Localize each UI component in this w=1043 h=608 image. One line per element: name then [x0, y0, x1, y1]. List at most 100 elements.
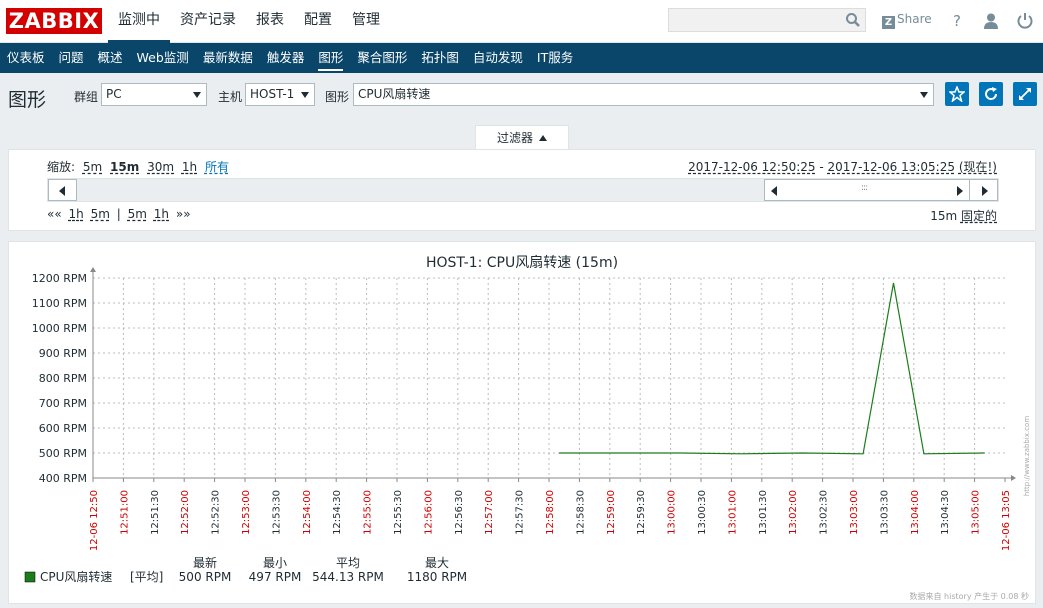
x-tick-label: 12:51:30 — [150, 490, 161, 535]
y-tick-label: 1200 RPM — [32, 272, 87, 285]
graph-panel: HOST-1: CPU风扇转速 (15m) 400 RPM 500 RPM 600 R… — [8, 241, 1036, 604]
thumb-right-handle-icon[interactable] — [957, 186, 963, 196]
y-tick-label: 400 RPM — [39, 472, 87, 485]
nav-back-icon[interactable]: «« — [47, 207, 62, 221]
main-menu-administration[interactable]: 管理 — [342, 0, 390, 43]
period-navigation: «« 1h 5m | 5m 1h »» — [47, 207, 194, 221]
time-separator: - — [815, 160, 828, 174]
x-tick-label: 12:56:00 — [423, 490, 434, 535]
scroll-right-button[interactable] — [969, 179, 998, 201]
main-menu: 监测中 资产记录 报表 配置 管理 — [108, 0, 390, 43]
x-tick-label: 12:58:30 — [575, 490, 586, 535]
x-tick-label: 12:57:00 — [484, 490, 495, 535]
thumb-left-handle-icon[interactable] — [771, 186, 777, 196]
legend-function: [平均] — [130, 570, 163, 584]
group-select-value: PC — [106, 87, 122, 101]
sub-menu-it-services[interactable]: IT服务 — [530, 43, 580, 73]
timeline-thumb[interactable]: ::: — [764, 179, 970, 201]
time-now[interactable]: (现在!) — [959, 160, 997, 174]
zoom-label: 缩放: — [47, 160, 76, 174]
main-menu-reports[interactable]: 报表 — [246, 0, 294, 43]
x-tick-label: 13:00:30 — [697, 490, 708, 535]
legend-value: 497 RPM — [249, 570, 302, 584]
main-menu-configuration[interactable]: 配置 — [294, 0, 342, 43]
x-tick-label: 12:51:00 — [119, 490, 130, 535]
sub-menu-dashboard[interactable]: 仪表板 — [0, 43, 52, 73]
share-button[interactable]: Z Share — [882, 12, 932, 29]
graph-select[interactable]: CPU风扇转速 — [353, 83, 934, 106]
x-tick-label: 13:01:30 — [758, 490, 769, 535]
main-menu-inventory[interactable]: 资产记录 — [170, 0, 246, 43]
page-header: 图形 群组 PC 主机 HOST-1 图形 CPU风扇转速 — [0, 73, 1043, 119]
host-select-value: HOST-1 — [250, 87, 295, 101]
sub-menu-discovery[interactable]: 自动发现 — [466, 43, 530, 73]
zoom-1h[interactable]: 1h — [182, 160, 197, 174]
legend-value: 500 RPM — [179, 570, 232, 584]
nav-forward-icon[interactable]: »» — [176, 207, 191, 221]
user-profile-icon[interactable] — [982, 12, 1000, 30]
nav-fwd-5m[interactable]: 5m — [128, 207, 147, 221]
period-info: 15m 固定的 — [930, 207, 997, 224]
zoom-selector: 缩放: 5m 15m 30m 1h 所有 — [47, 158, 233, 175]
page-title: 图形 — [8, 89, 47, 111]
timeline-scrollbar[interactable]: ::: — [47, 178, 999, 202]
filter-tab[interactable]: 过滤器 — [475, 125, 569, 150]
scroll-left-button[interactable] — [48, 179, 77, 201]
fullscreen-button[interactable] — [1013, 82, 1037, 106]
zoom-15m[interactable]: 15m — [110, 160, 139, 174]
sub-menu-graphs[interactable]: 图形 — [311, 43, 350, 73]
filter-panel: 缩放: 5m 15m 30m 1h 所有 2017-12-06 12:50:25… — [8, 149, 1036, 231]
x-tick-label: 12-06 13:05 — [1001, 490, 1012, 551]
sub-menu-problems[interactable]: 问题 — [52, 43, 91, 73]
time-from[interactable]: 2017-12-06 12:50:25 — [688, 160, 815, 174]
legend-header: 平均 — [336, 556, 360, 570]
sub-menu-web[interactable]: Web监测 — [130, 43, 196, 73]
x-tick-label: 12:52:30 — [211, 490, 222, 535]
time-to[interactable]: 2017-12-06 13:05:25 — [828, 160, 955, 174]
legend-header: 最小 — [263, 556, 287, 570]
sub-menu-maps[interactable]: 拓扑图 — [414, 43, 466, 73]
filter-tab-label: 过滤器 — [496, 131, 533, 145]
main-menu-monitoring[interactable]: 监测中 — [108, 0, 170, 43]
search-icon[interactable] — [845, 12, 861, 28]
x-tick-label: 13:02:00 — [788, 490, 799, 535]
star-icon — [949, 86, 965, 102]
y-tick-label: 900 RPM — [39, 347, 87, 360]
x-tick-label: 12:53:00 — [241, 490, 252, 535]
chevron-down-icon — [920, 92, 928, 98]
sub-menu-screens[interactable]: 聚合图形 — [350, 43, 414, 73]
search-input[interactable] — [668, 8, 866, 32]
arrow-right-icon — [982, 186, 988, 196]
zoom-all[interactable]: 所有 — [205, 160, 229, 174]
x-tick-label: 12-06 12:50 — [89, 490, 100, 551]
share-label: Share — [897, 12, 932, 26]
y-tick-label: 500 RPM — [39, 447, 87, 460]
group-select[interactable]: PC — [101, 83, 207, 106]
sub-menu-triggers[interactable]: 触发器 — [260, 43, 312, 73]
zabbix-logo[interactable]: ZABBIX — [6, 8, 102, 34]
x-tick-label: 12:54:30 — [332, 490, 343, 535]
grip-icon[interactable]: ::: — [861, 183, 868, 193]
add-favourite-button[interactable] — [945, 82, 969, 106]
nav-divider: | — [116, 207, 121, 221]
zoom-5m[interactable]: 5m — [83, 160, 102, 174]
period-value: 15m — [930, 209, 958, 223]
nav-back-1h[interactable]: 1h — [69, 207, 84, 221]
sub-menu-latest-data[interactable]: 最新数据 — [196, 43, 260, 73]
host-select[interactable]: HOST-1 — [245, 83, 315, 106]
nav-back-5m[interactable]: 5m — [91, 207, 110, 221]
sub-menu-overview[interactable]: 概述 — [91, 43, 130, 73]
sign-out-icon[interactable] — [1016, 12, 1034, 30]
nav-fwd-1h[interactable]: 1h — [154, 207, 169, 221]
fixed-toggle[interactable]: 固定的 — [961, 209, 997, 223]
x-tick-label: 12:56:30 — [454, 490, 465, 535]
x-tick-label: 12:59:30 — [636, 490, 647, 535]
zoom-30m[interactable]: 30m — [147, 160, 174, 174]
refresh-button[interactable] — [979, 82, 1003, 106]
x-tick-label: 13:04:30 — [940, 490, 951, 535]
graph-chart: HOST-1: CPU风扇转速 (15m) 400 RPM 500 RPM 600 R… — [24, 255, 1031, 601]
legend-value: 1180 RPM — [407, 570, 467, 584]
watermark: http://www.zabbix.com — [1023, 416, 1031, 496]
help-icon[interactable]: ? — [948, 12, 966, 30]
y-tick-label: 600 RPM — [39, 422, 87, 435]
